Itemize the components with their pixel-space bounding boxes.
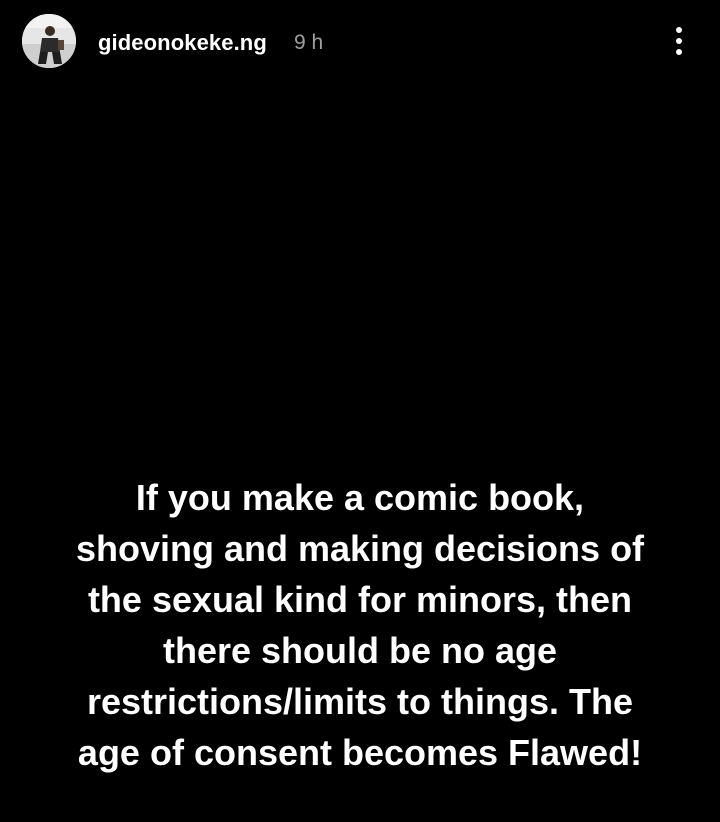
story-header: gideonokeke.ng 9 h (0, 0, 720, 84)
caption-line: the sexual kind for minors, then (77, 574, 643, 625)
caption-line: age of consent becomes Flawed! (67, 727, 653, 778)
more-dot (676, 38, 682, 44)
caption-line: there should be no age (152, 625, 568, 676)
more-dot (676, 27, 682, 33)
username[interactable]: gideonokeke.ng (98, 30, 267, 56)
story-viewer: gideonokeke.ng 9 h If you make a comic b… (0, 0, 720, 822)
caption-line: restrictions/limits to things. The (76, 676, 644, 727)
story-caption: If you make a comic book, shoving and ma… (0, 472, 720, 778)
caption-line: If you make a comic book, (125, 472, 595, 523)
profile-photo-icon (22, 14, 76, 68)
more-vertical-icon[interactable] (664, 22, 694, 60)
caption-line: shoving and making decisions of (65, 523, 655, 574)
more-dot (676, 49, 682, 55)
avatar[interactable] (22, 14, 76, 68)
timestamp: 9 h (294, 31, 324, 54)
